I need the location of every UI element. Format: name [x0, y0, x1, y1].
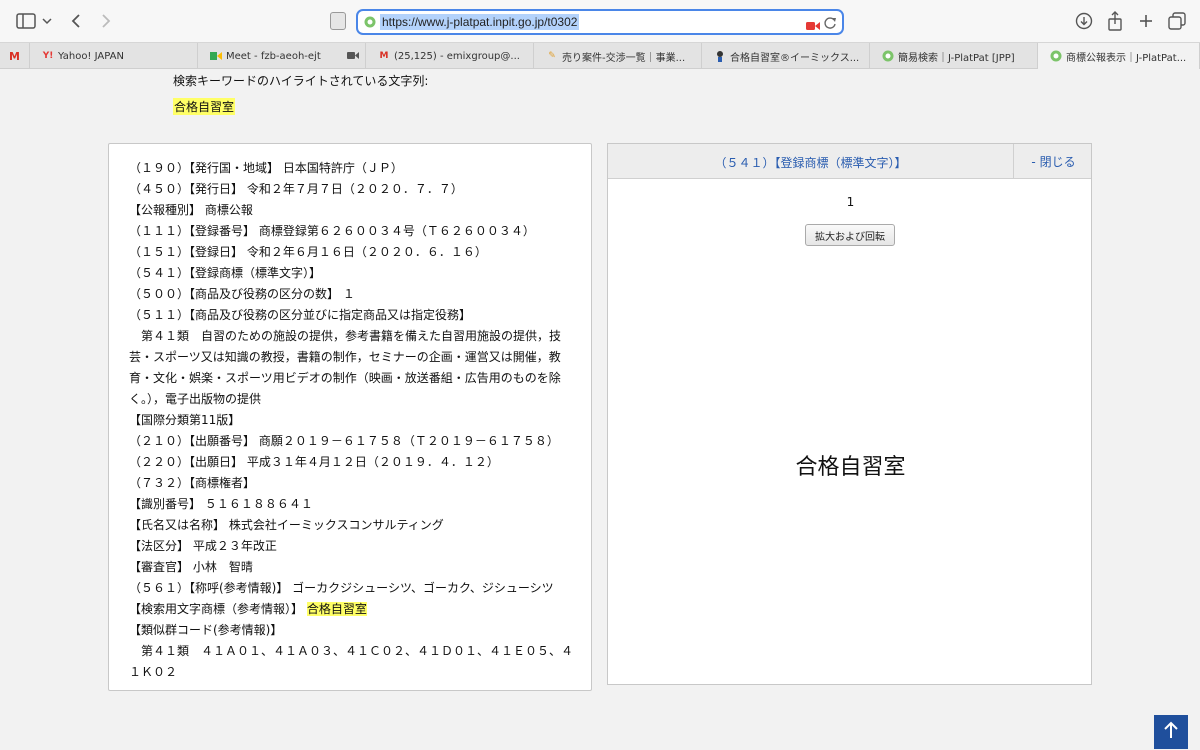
trademark-text: 合格自習室 — [795, 455, 906, 480]
new-tab-icon[interactable] — [1135, 9, 1157, 33]
tab-yahoo[interactable]: Y! Yahoo! JAPAN — [30, 43, 198, 69]
camera-indicator-icon — [347, 51, 359, 63]
gazette-line: （５６１）【称呼(参考情報)】 ゴーカクジシューシツ、ゴーカク、ジシューシツ — [129, 581, 554, 595]
back-icon[interactable] — [66, 9, 86, 33]
tab-gmail[interactable]: M (25,125) - emixgroup@... — [366, 43, 534, 69]
gazette-line: （１９０）【発行国・地域】 日本国特許庁（ＪＰ） — [129, 161, 403, 175]
trademark-panel-header: （５４１）【登録商標（標準文字）】 - 閉じる — [608, 144, 1091, 179]
site-favicon-icon — [364, 13, 376, 32]
page-number: 1 — [846, 195, 855, 209]
browser-toolbar: https://www.j-platpat.inpit.go.jp/t0302 — [0, 0, 1200, 42]
gazette-line: 【類似群コード(参考情報)】 — [129, 623, 283, 637]
share-icon[interactable] — [1104, 9, 1126, 33]
gazette-line: 【審査官】 小林 智晴 — [129, 560, 253, 574]
tab-jplatpat-search[interactable]: 簡易検索｜J-PlatPat [JPP] — [870, 43, 1038, 69]
sidebar-icon[interactable] — [14, 9, 38, 33]
gazette-line: （４５０）【発行日】 令和２年７月７日（２０２０．７．７） — [129, 182, 463, 196]
gazette-line: （７３２）【商標権者】 — [129, 476, 256, 490]
gazette-line: 【国際分類第11版】 — [129, 413, 241, 427]
reload-icon[interactable] — [823, 15, 837, 34]
tab-meet[interactable]: Meet - fzb-aeoh-ejt — [198, 43, 366, 69]
tab-bar: M Y! Yahoo! JAPAN Meet - fzb-aeoh-ejt M … — [0, 42, 1200, 69]
gazette-text-panel: （１９０）【発行国・地域】 日本国特許庁（ＪＰ） （４５０）【発行日】 令和２年… — [108, 143, 592, 691]
reader-icon[interactable] — [330, 12, 346, 30]
gazette-line: （１１１）【登録番号】 商標登録第６２６００３４号（Ｔ６２６００３４） — [129, 224, 535, 238]
gazette-line: 【公報種別】 商標公報 — [129, 203, 253, 217]
tab-jplatpat-gazette[interactable]: 商標公報表示｜J-PlatPat... — [1038, 43, 1200, 69]
address-bar[interactable]: https://www.j-platpat.inpit.go.jp/t0302 — [356, 9, 844, 35]
designated-services: 第４１類 自習のための施設の提供，参考書籍を備えた自習用施設の提供，技芸・スポー… — [129, 329, 562, 406]
search-mark-highlight: 合格自習室 — [306, 602, 367, 616]
url-text[interactable]: https://www.j-platpat.inpit.go.jp/t0302 — [380, 14, 580, 30]
trademark-panel-title: （５４１）【登録商標（標準文字）】 — [714, 156, 907, 170]
similar-group-codes: 第４１類 ４１Ａ０１、４１Ａ０３、４１Ｃ０２、４１Ｄ０１、４１Ｅ０５、４１Ｋ０２ — [129, 644, 574, 679]
gazette-line: 【識別番号】 ５１６１８８６４１ — [129, 497, 313, 511]
gazette-line: 【法区分】 平成２３年改正 — [129, 539, 277, 553]
scroll-top-button[interactable] — [1154, 715, 1188, 749]
gazette-line: 【検索用文字商標（参考情報）】 合格自習室 — [129, 599, 591, 620]
trademark-panel: （５４１）【登録商標（標準文字）】 - 閉じる 1 拡大および回転 合格自習室 — [607, 143, 1092, 685]
gazette-line: （５００）【商品及び役務の区分の数】 １ — [129, 287, 355, 301]
download-icon[interactable] — [1073, 9, 1095, 33]
keyword-label: 検索キーワードのハイライトされている文字列: — [173, 74, 429, 88]
tab-deals[interactable]: ✎ 売り案件-交渉一覧｜事業... — [534, 43, 702, 69]
jplatpat-icon — [882, 50, 894, 62]
search-mark-label: 【検索用文字商標（参考情報）】 — [129, 602, 304, 616]
zoom-rotate-button[interactable]: 拡大および回転 — [805, 224, 895, 246]
tab-goukaku[interactable]: 合格自習室®イーミックス... — [702, 43, 870, 69]
gazette-line: （５４１）【登録商標（標準文字）】 — [129, 266, 322, 280]
gazette-line: （２１０）【出願番号】 商願２０１９－６１７５８（Ｔ２０１９－６１７５８） — [129, 434, 559, 448]
gazette-line: 【氏名又は名称】 株式会社イーミックスコンサルティング — [129, 518, 444, 532]
chevron-down-icon[interactable] — [40, 9, 54, 33]
gazette-line: （２２０）【出願日】 平成３１年４月１２日（２０１９．４．１２） — [129, 455, 499, 469]
gazette-line: （５１１）【商品及び役務の区分並びに指定商品又は指定役務】 — [129, 308, 472, 322]
camera-icon[interactable] — [806, 16, 820, 35]
arrow-up-icon — [1163, 721, 1179, 743]
keyword-highlight: 合格自習室 — [173, 98, 236, 115]
gazette-line: （１５１）【登録日】 令和２年６月１６日（２０２０．６．１６） — [129, 245, 487, 259]
meet-icon — [210, 50, 222, 62]
tab-gmail-pinned[interactable]: M — [0, 43, 30, 69]
yahoo-icon: Y! — [42, 51, 54, 61]
close-button[interactable]: - 閉じる — [1013, 144, 1093, 179]
forward-icon[interactable] — [96, 9, 116, 33]
site-logo-icon — [714, 50, 726, 62]
gmail-icon: M — [9, 49, 20, 63]
pencil-icon: ✎ — [548, 51, 556, 61]
jplatpat-icon — [1050, 50, 1062, 62]
gmail-icon: M — [379, 51, 389, 61]
tab-overview-icon[interactable] — [1166, 9, 1188, 33]
